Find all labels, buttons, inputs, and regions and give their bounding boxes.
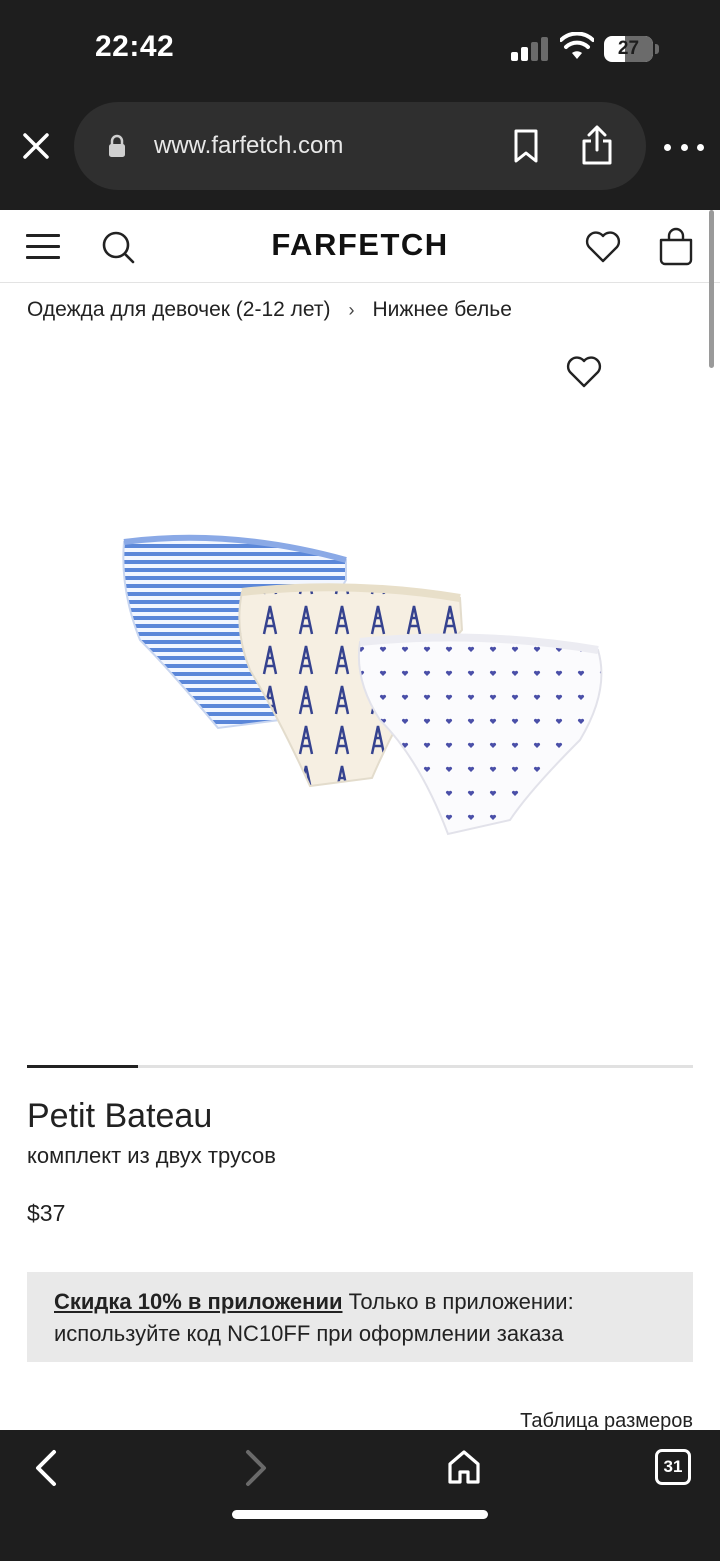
carousel-active-segment <box>27 1065 139 1068</box>
scrollbar-thumb[interactable] <box>709 210 714 368</box>
breadcrumb-item-girls-clothing[interactable]: Одежда для девочек (2-12 лет) <box>27 298 331 322</box>
close-tab-button[interactable] <box>16 126 56 166</box>
home-icon[interactable] <box>446 1448 482 1486</box>
tabs-icon[interactable]: 31 <box>655 1449 691 1485</box>
more-icon[interactable] <box>664 132 704 162</box>
battery-level: 27 <box>617 38 640 59</box>
promo-banner: Скидка 10% в приложении Только в приложе… <box>27 1272 693 1362</box>
product-price: $37 <box>27 1200 66 1226</box>
breadcrumb-separator: › <box>348 299 355 320</box>
forward-icon[interactable] <box>238 1448 272 1488</box>
address-bar[interactable]: www.farfetch.com <box>74 102 646 190</box>
product-image[interactable] <box>110 520 620 850</box>
promo-link[interactable]: Скидка 10% в приложении <box>54 1289 343 1314</box>
breadcrumb: Одежда для девочек (2-12 лет) › Нижнее б… <box>27 298 512 322</box>
breadcrumb-item-underwear[interactable]: Нижнее белье <box>373 298 512 322</box>
back-icon[interactable] <box>30 1448 64 1488</box>
browser-toolbar: 31 <box>0 1430 720 1561</box>
wifi-icon <box>560 32 594 59</box>
home-indicator <box>232 1510 488 1519</box>
status-time: 22:42 <box>95 30 175 63</box>
browser-chrome: 22:42 27 www.farfetch.com <box>0 0 720 210</box>
bookmark-icon[interactable] <box>510 128 542 164</box>
share-icon[interactable] <box>580 124 614 166</box>
lock-icon <box>109 134 125 157</box>
url-text[interactable]: www.farfetch.com <box>154 132 343 160</box>
battery-icon: 27 <box>604 36 660 62</box>
add-to-wishlist-icon[interactable] <box>566 355 602 389</box>
product-brand[interactable]: Petit Bateau <box>27 1097 212 1136</box>
heart-icon[interactable] <box>584 229 622 265</box>
close-icon <box>23 133 49 159</box>
signal-icon <box>511 37 549 61</box>
bag-icon[interactable] <box>657 226 695 266</box>
product-description: комплект из двух трусов <box>27 1143 276 1168</box>
site-header: FARFETCH <box>0 210 720 283</box>
image-carousel-indicator[interactable] <box>27 1065 693 1068</box>
